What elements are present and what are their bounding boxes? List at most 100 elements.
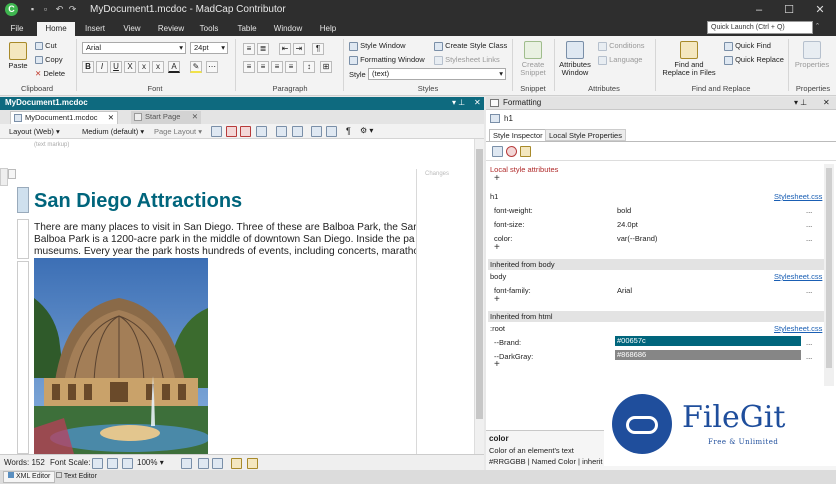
formatting-pin-icon[interactable]: ▾ ⊥ bbox=[794, 98, 807, 107]
spellcheck-icon[interactable] bbox=[276, 126, 287, 137]
view-mode-icon[interactable] bbox=[181, 458, 192, 469]
style-select[interactable]: (text) ▾ bbox=[368, 68, 506, 80]
find-replace-in-files-button[interactable]: Find and Replace in Files bbox=[658, 41, 720, 77]
block-bar-marker[interactable] bbox=[8, 169, 16, 179]
block-bar-h1[interactable] bbox=[17, 187, 29, 213]
formatting-window-button[interactable]: Formatting Window bbox=[349, 55, 425, 65]
properties-button[interactable]: Properties bbox=[793, 41, 831, 69]
add-property-icon[interactable]: + bbox=[494, 242, 500, 253]
block-bar-p[interactable] bbox=[17, 219, 29, 259]
save-icon[interactable]: ▫ bbox=[40, 4, 51, 15]
tab-style-inspector[interactable]: Style Inspector bbox=[489, 129, 547, 141]
darkgray-color-swatch[interactable]: #868686 bbox=[615, 350, 801, 360]
property-more-icon[interactable]: ... bbox=[806, 206, 812, 215]
ribbon-collapse-icon[interactable]: ˆ bbox=[816, 22, 819, 32]
property-more-icon[interactable]: ... bbox=[806, 286, 812, 295]
superscript-icon[interactable]: x bbox=[152, 61, 164, 73]
create-snippet-button[interactable]: Create Snippet bbox=[517, 41, 549, 77]
pdf-icon[interactable] bbox=[240, 126, 251, 137]
edit-stylesheet-icon[interactable] bbox=[520, 146, 531, 157]
paste-button[interactable]: Paste bbox=[6, 42, 30, 70]
subscript-icon[interactable]: x bbox=[138, 61, 150, 73]
show-all-icon[interactable] bbox=[492, 146, 503, 157]
align-left-icon[interactable]: ≡ bbox=[243, 61, 255, 73]
property-value[interactable]: var(--Brand) bbox=[617, 234, 657, 243]
settings-icon[interactable]: ⚙ ▾ bbox=[360, 126, 373, 135]
property-more-icon[interactable]: ... bbox=[806, 220, 812, 229]
delete-button[interactable]: ✕ Delete bbox=[35, 69, 65, 78]
numbering-icon[interactable]: ≣ bbox=[257, 43, 269, 55]
property-more-icon[interactable]: ... bbox=[806, 338, 812, 347]
formatting-scrollbar-thumb[interactable] bbox=[826, 168, 832, 368]
italic-icon[interactable]: I bbox=[96, 61, 108, 73]
zoom-out-icon[interactable] bbox=[92, 458, 103, 469]
pane-pin-icon[interactable]: ▾ ⊥ bbox=[452, 98, 465, 107]
bullets-icon[interactable]: ≡ bbox=[243, 43, 255, 55]
block-bar-img[interactable] bbox=[17, 261, 29, 454]
document-heading[interactable]: San Diego Attractions bbox=[34, 190, 242, 213]
align-center-icon[interactable]: ≡ bbox=[257, 61, 269, 73]
brand-color-swatch[interactable]: #00657c bbox=[615, 336, 801, 346]
stylesheet-link[interactable]: Stylesheet.css bbox=[774, 272, 822, 281]
tab-window[interactable]: Window bbox=[270, 22, 306, 36]
strikethrough-icon[interactable]: X bbox=[124, 61, 136, 73]
ruler-marker[interactable] bbox=[0, 168, 8, 186]
maximize-icon[interactable]: ☐ bbox=[774, 0, 804, 21]
preview-icon[interactable] bbox=[211, 126, 222, 137]
print-icon[interactable] bbox=[226, 126, 237, 137]
pane-close-icon[interactable]: ✕ bbox=[474, 98, 481, 107]
stylesheet-link[interactable]: Stylesheet.css bbox=[774, 192, 822, 201]
track-changes-icon[interactable] bbox=[231, 458, 242, 469]
close-icon[interactable]: ✕ bbox=[805, 0, 835, 21]
zoom-reset-icon[interactable] bbox=[107, 458, 118, 469]
quick-find-button[interactable]: Quick Find bbox=[724, 41, 771, 51]
zoom-in-icon[interactable] bbox=[122, 458, 133, 469]
property-value[interactable]: Arial bbox=[617, 286, 632, 295]
tab-help[interactable]: Help bbox=[314, 22, 342, 36]
tag-bar-icon[interactable] bbox=[256, 126, 267, 137]
property-value[interactable]: bold bbox=[617, 206, 631, 215]
tab-local-style-properties[interactable]: Local Style Properties bbox=[545, 129, 626, 141]
add-local-attribute-icon[interactable]: + bbox=[494, 173, 500, 184]
stylesheet-link[interactable]: Stylesheet.css bbox=[774, 324, 822, 333]
tab-insert[interactable]: Insert bbox=[80, 22, 110, 36]
xml-editor-tab[interactable]: XML Editor bbox=[3, 471, 56, 483]
start-page-close-icon[interactable]: ✕ bbox=[192, 111, 201, 123]
create-style-class-button[interactable]: Create Style Class bbox=[434, 41, 507, 51]
minimize-icon[interactable]: – bbox=[744, 0, 774, 21]
formatting-close-icon[interactable]: ✕ bbox=[823, 98, 830, 107]
language-button[interactable]: Language bbox=[598, 55, 642, 65]
doc-tab-start-page[interactable]: Start Page ✕ bbox=[131, 111, 201, 124]
cut-button[interactable]: Cut bbox=[35, 41, 57, 51]
doc-tab-close-icon[interactable]: ✕ bbox=[108, 112, 117, 124]
links-icon[interactable] bbox=[292, 126, 303, 137]
tab-view[interactable]: View bbox=[118, 22, 146, 36]
align-right-icon[interactable]: ≡ bbox=[271, 61, 283, 73]
scrollbar-thumb[interactable] bbox=[476, 149, 483, 419]
conditions-button[interactable]: Conditions bbox=[598, 41, 645, 51]
layout-dropdown[interactable]: Layout (Web) ▾ bbox=[9, 127, 60, 136]
new-icon[interactable]: ▪ bbox=[27, 4, 38, 15]
medium-dropdown[interactable]: Medium (default) ▾ bbox=[82, 127, 144, 136]
text-editor-tab[interactable]: Text Editor bbox=[52, 471, 101, 483]
highlight-icon[interactable]: ✎ bbox=[190, 61, 202, 73]
font-color-icon[interactable]: A bbox=[168, 61, 180, 73]
paragraph-line[interactable]: Balboa Park is a 1200-acre park in the m… bbox=[34, 234, 416, 245]
clear-local-icon[interactable] bbox=[506, 146, 517, 157]
add-property-icon[interactable]: + bbox=[494, 359, 500, 370]
font-family-select[interactable]: Arial ▾ bbox=[82, 42, 186, 54]
zoom-dropdown[interactable]: 100% ▾ bbox=[137, 458, 164, 467]
balboa-park-image[interactable] bbox=[34, 258, 208, 454]
bold-icon[interactable]: B bbox=[82, 61, 94, 73]
span-bars-icon[interactable] bbox=[326, 126, 337, 137]
font-size-select[interactable]: 24pt ▾ bbox=[190, 42, 228, 54]
property-more-icon[interactable]: ... bbox=[806, 234, 812, 243]
quick-replace-button[interactable]: Quick Replace bbox=[724, 55, 784, 65]
attributes-window-button[interactable]: Attributes Window bbox=[557, 41, 593, 77]
borders-icon[interactable]: ⊞ bbox=[320, 61, 332, 73]
clear-format-icon[interactable]: ⋯ bbox=[206, 61, 218, 73]
line-spacing-icon[interactable]: ↕ bbox=[303, 61, 315, 73]
show-markers-icon[interactable]: ¶ bbox=[346, 126, 351, 136]
paragraph-line[interactable]: museums. Every year the park hosts hundr… bbox=[34, 246, 416, 257]
undo-icon[interactable]: ↶ bbox=[54, 4, 65, 15]
